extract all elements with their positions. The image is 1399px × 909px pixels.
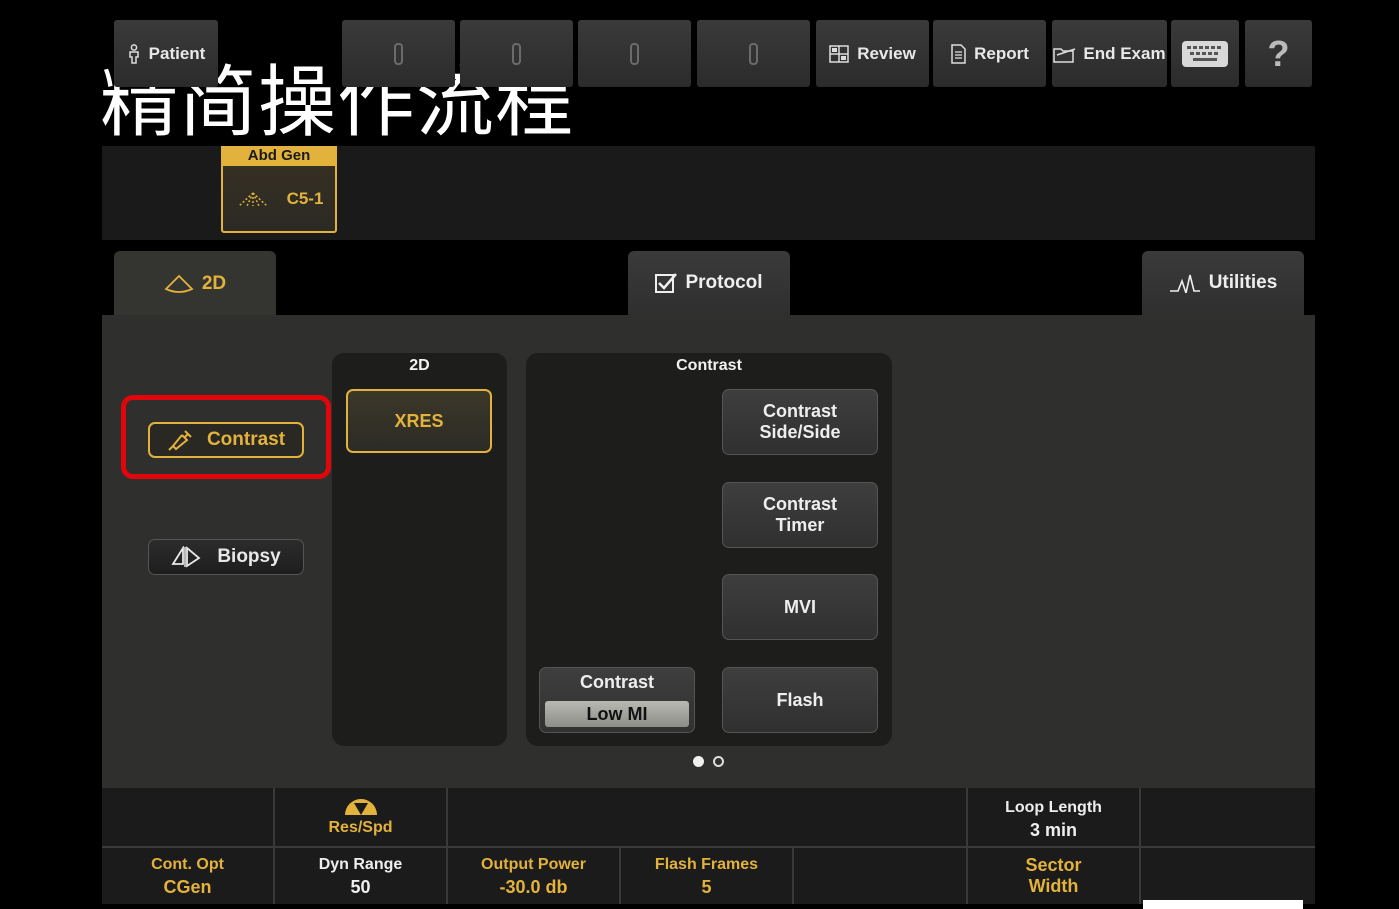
- output-power-knob[interactable]: Output Power -30.0 db: [448, 848, 619, 904]
- loop-length-knob[interactable]: Loop Length 3 min: [968, 792, 1139, 846]
- waveform-icon: [1169, 274, 1200, 293]
- group-contrast-title: Contrast: [676, 357, 742, 374]
- output-power-value: -30.0 db: [499, 877, 568, 897]
- cont-opt-knob[interactable]: Cont. Opt CGen: [102, 848, 273, 904]
- group-2d-title: 2D: [409, 357, 430, 374]
- group-2d: 2D XRES: [332, 353, 507, 746]
- flash-button[interactable]: Flash: [722, 667, 878, 733]
- biopsy-button[interactable]: Biopsy: [148, 539, 304, 575]
- preset-tab[interactable]: Abd Gen: [221, 146, 337, 166]
- tab-2d-label: 2D: [201, 273, 227, 294]
- page-dot-inactive[interactable]: [713, 756, 724, 767]
- checkbox-icon: [655, 273, 678, 293]
- patient-label: Patient: [148, 43, 206, 63]
- sector-width-line1: Sector: [1025, 855, 1082, 875]
- cont-opt-label: Cont. Opt: [151, 856, 224, 873]
- dyn-range-knob[interactable]: Dyn Range 50: [275, 848, 446, 904]
- keyboard-button[interactable]: [1171, 20, 1239, 87]
- sector-width-knob[interactable]: Sector Width: [968, 848, 1139, 904]
- patient-icon: [128, 43, 139, 64]
- empty-slot-icon: [749, 42, 758, 65]
- contrast-mi-selector[interactable]: Contrast Low MI: [539, 667, 695, 733]
- syringe-icon: [168, 430, 192, 451]
- transducer-slot-5[interactable]: [697, 20, 810, 87]
- review-button[interactable]: Review: [816, 20, 929, 87]
- contrast-side-side-button[interactable]: Contrast Side/Side: [722, 389, 878, 455]
- softkey-bar: Res/Spd Loop Length 3 min Cont. Opt CGen…: [102, 788, 1315, 904]
- contrast-timer-button[interactable]: Contrast Timer: [722, 482, 878, 548]
- flash-label: Flash: [776, 689, 824, 710]
- empty-slot-icon: [394, 42, 403, 65]
- help-button[interactable]: ?: [1245, 20, 1312, 87]
- report-icon: [951, 43, 966, 64]
- transducer-slot-3[interactable]: [460, 20, 573, 87]
- mvi-button[interactable]: MVI: [722, 574, 878, 640]
- timer-line1: Contrast: [762, 494, 837, 514]
- page-dot-active[interactable]: [693, 756, 704, 767]
- tab-utilities-label: Utilities: [1208, 272, 1278, 293]
- biopsy-label: Biopsy: [217, 546, 281, 567]
- contrast-mi-label: Contrast: [579, 672, 654, 692]
- res-spd-label: Res/Spd: [328, 819, 393, 836]
- timer-line2: Timer: [775, 515, 825, 535]
- output-power-label: Output Power: [481, 856, 586, 873]
- res-spd-knob-icon: [344, 799, 377, 815]
- res-spd-knob[interactable]: Res/Spd: [275, 792, 446, 846]
- biopsy-icon: [171, 546, 201, 568]
- report-button[interactable]: Report: [933, 20, 1046, 87]
- sector-width-line2: Width: [1028, 876, 1079, 896]
- cont-opt-value: CGen: [163, 877, 212, 897]
- patient-button[interactable]: Patient: [114, 20, 218, 87]
- empty-slot-icon: [512, 42, 521, 65]
- brand-logo: [1143, 900, 1303, 909]
- mvi-label: MVI: [783, 596, 816, 617]
- sector-probe-icon: [164, 274, 194, 293]
- end-exam-button[interactable]: End Exam: [1052, 20, 1167, 87]
- side-side-line1: Contrast: [762, 401, 837, 421]
- contrast-mi-value: Low MI: [545, 701, 689, 727]
- transducer-button[interactable]: C5-1: [221, 158, 337, 233]
- help-icon: ?: [1267, 32, 1290, 74]
- loop-length-label: Loop Length: [1005, 799, 1102, 816]
- transducer-label: C5-1: [286, 188, 324, 208]
- review-grid-icon: [829, 44, 849, 63]
- folder-icon: [1053, 47, 1076, 63]
- main-panel: Contrast Biopsy 2D XRES Contrast Contras…: [102, 315, 1315, 788]
- tab-protocol[interactable]: Protocol: [628, 251, 790, 315]
- dyn-range-value: 50: [350, 877, 371, 897]
- transducer-icon: [238, 191, 268, 207]
- flash-frames-knob[interactable]: Flash Frames 5: [621, 848, 792, 904]
- loop-length-value: 3 min: [1029, 820, 1077, 840]
- tab-2d[interactable]: 2D: [114, 251, 276, 317]
- transducer-slot-4[interactable]: [578, 20, 691, 87]
- tab-protocol-label: Protocol: [685, 272, 763, 293]
- xres-label: XRES: [394, 410, 444, 431]
- flash-frames-value: 5: [701, 877, 712, 897]
- flash-frames-label: Flash Frames: [654, 856, 759, 873]
- report-label: Report: [974, 43, 1029, 63]
- contrast-mode-button[interactable]: Contrast: [148, 422, 304, 458]
- side-side-line2: Side/Side: [759, 422, 841, 442]
- transducer-slot-2[interactable]: [342, 20, 455, 87]
- keyboard-icon: [1182, 40, 1228, 67]
- divider: [792, 846, 794, 904]
- dyn-range-label: Dyn Range: [318, 856, 403, 873]
- xres-button[interactable]: XRES: [346, 389, 492, 453]
- contrast-mode-label: Contrast: [206, 429, 286, 450]
- end-exam-label: End Exam: [1083, 43, 1166, 63]
- review-label: Review: [857, 43, 916, 63]
- empty-slot-icon: [630, 42, 639, 65]
- tab-utilities[interactable]: Utilities: [1142, 251, 1304, 315]
